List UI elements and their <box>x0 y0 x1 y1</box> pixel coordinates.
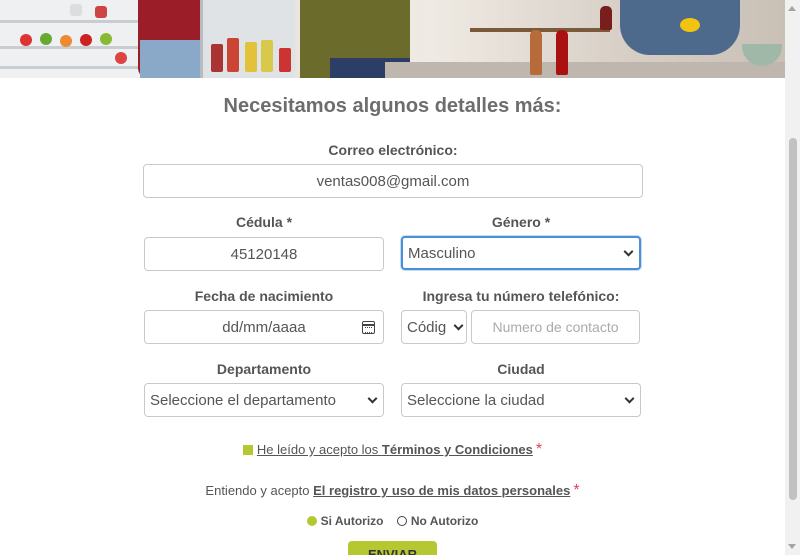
chevron-down-icon <box>623 246 634 257</box>
page: Necesitamos algunos detalles más: Correo… <box>0 0 800 555</box>
email-label: Correo electrónico: <box>328 142 458 158</box>
departamento-select[interactable]: Seleccione el departamento <box>144 383 384 417</box>
fecha-date-input[interactable]: dd/mm/aaaa <box>144 310 384 344</box>
scroll-down-arrow-icon[interactable] <box>788 544 796 549</box>
submit-button[interactable]: ENVIAR <box>348 541 437 555</box>
country-code-select[interactable]: Códig <box>401 310 467 344</box>
scroll-thumb[interactable] <box>789 138 797 500</box>
terms-row: He leído y acepto los Términos y Condici… <box>0 441 785 459</box>
scroll-up-arrow-icon[interactable] <box>788 6 796 11</box>
terms-required-mark: * <box>535 441 543 458</box>
telefono-label: Ingresa tu número telefónico: <box>422 288 620 304</box>
fecha-label: Fecha de nacimiento <box>194 288 334 304</box>
consent-prefix: Entiendo y acepto <box>205 483 314 498</box>
phone-number-input[interactable]: Numero de contacto <box>471 310 640 344</box>
fridge-door-graphic <box>200 0 295 78</box>
cedula-value: 45120148 <box>230 245 298 263</box>
terms-checkbox[interactable] <box>242 444 253 455</box>
ciudad-label: Ciudad <box>497 361 545 377</box>
genero-required-mark: * <box>544 214 551 230</box>
consent-link[interactable]: El registro y uso de mis datos personale… <box>313 483 570 498</box>
country-code-value: Códig <box>407 318 447 336</box>
fecha-placeholder: dd/mm/aaaa <box>222 318 306 336</box>
ciudad-select[interactable]: Seleccione la ciudad <box>401 383 641 417</box>
authorization-radio-group: Si Autorizo No Autorizo <box>0 514 785 528</box>
genero-select[interactable]: Masculino <box>401 236 641 270</box>
phone-placeholder: Numero de contacto <box>492 319 619 335</box>
radio-selected-icon[interactable] <box>306 515 317 526</box>
departamento-value: Seleccione el departamento <box>150 391 336 409</box>
genero-value: Masculino <box>408 244 476 262</box>
calendar-icon[interactable] <box>362 321 375 334</box>
chevron-down-icon <box>624 393 635 404</box>
radio-unselected-icon[interactable] <box>396 515 407 526</box>
cedula-required-mark: * <box>286 214 293 230</box>
radio-no-autorizo[interactable]: No Autorizo <box>396 514 478 528</box>
ciudad-value: Seleccione la ciudad <box>407 391 545 409</box>
chevron-down-icon <box>453 320 464 331</box>
cedula-field[interactable]: 45120148 <box>144 237 384 271</box>
form-heading: Necesitamos algunos detalles más: <box>223 95 562 117</box>
chevron-down-icon <box>367 393 378 404</box>
email-value: ventas008@gmail.com <box>316 172 470 190</box>
hero-banner-image <box>0 0 785 78</box>
radio-si-autorizo[interactable]: Si Autorizo <box>306 514 384 528</box>
terms-link[interactable]: He leído y acepto los Términos y Condici… <box>257 442 533 457</box>
fridge-graphic <box>0 0 145 78</box>
consent-row: Entiendo y acepto El registro y uso de m… <box>0 482 785 500</box>
consent-required-mark: * <box>573 482 580 499</box>
cedula-label: Cédula * <box>235 214 293 230</box>
email-field[interactable]: ventas008@gmail.com <box>143 164 643 198</box>
departamento-label: Departamento <box>216 361 312 377</box>
genero-label: Género * <box>491 214 551 230</box>
page-scrollbar[interactable] <box>785 0 800 555</box>
